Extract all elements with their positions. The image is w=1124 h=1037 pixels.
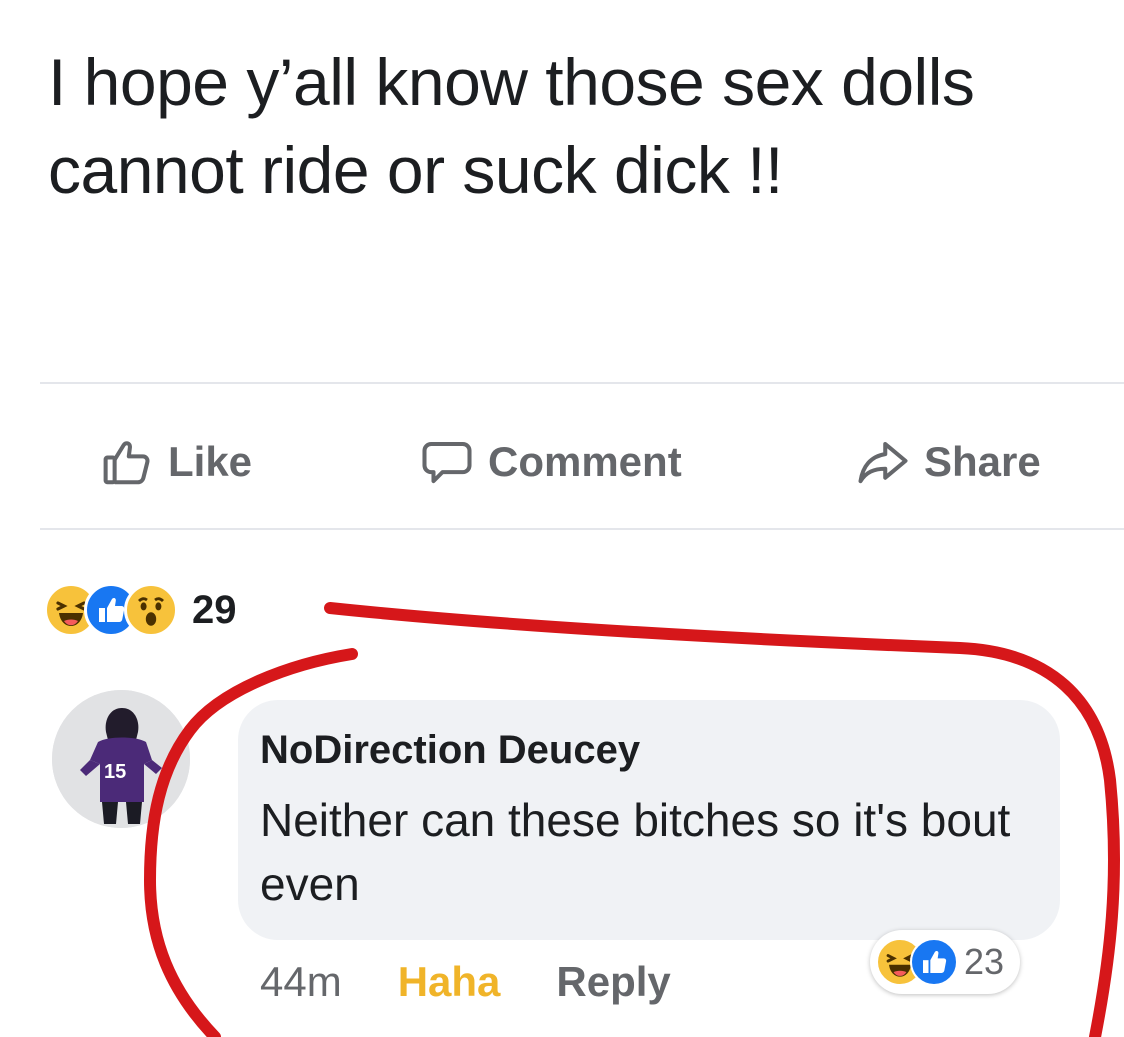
thumbs-up-icon <box>103 441 150 485</box>
comment-text: Neither can these bitches so it's bout e… <box>260 794 1011 910</box>
comment-bubble: NoDirection Deucey Neither can these bit… <box>238 700 1060 940</box>
haha-reaction-link[interactable]: Haha <box>398 958 501 1006</box>
comment-button[interactable]: Comment <box>420 435 682 489</box>
comment-bubble-icon <box>422 441 472 484</box>
comment-label: Comment <box>488 438 682 485</box>
post-reactions-summary[interactable]: 29 <box>44 580 237 640</box>
post-actions-bar: Like Comment Share <box>0 395 1124 525</box>
comment-time[interactable]: 44m <box>260 958 342 1006</box>
reaction-count: 29 <box>192 587 237 632</box>
share-button[interactable]: Share <box>856 435 1041 489</box>
divider-bottom <box>40 528 1124 530</box>
comment-reaction-count: 23 <box>964 941 1005 982</box>
svg-text:15: 15 <box>104 761 126 783</box>
like-emoji-icon <box>910 938 958 986</box>
like-button[interactable]: Like <box>100 435 252 489</box>
reply-link[interactable]: Reply <box>556 958 670 1006</box>
post-text: I hope y’all know those sex dolls cannot… <box>48 45 975 207</box>
share-label: Share <box>924 438 1041 485</box>
share-arrow-icon <box>858 441 908 484</box>
divider-top <box>40 382 1124 384</box>
like-label: Like <box>168 438 253 485</box>
avatar[interactable]: 15 <box>52 690 190 828</box>
comment-author[interactable]: NoDirection Deucey <box>260 728 640 773</box>
comment-reactions-summary[interactable]: 23 <box>870 930 1021 994</box>
comment-meta: 44m Haha Reply <box>260 958 671 1006</box>
wow-emoji-icon <box>124 583 178 637</box>
